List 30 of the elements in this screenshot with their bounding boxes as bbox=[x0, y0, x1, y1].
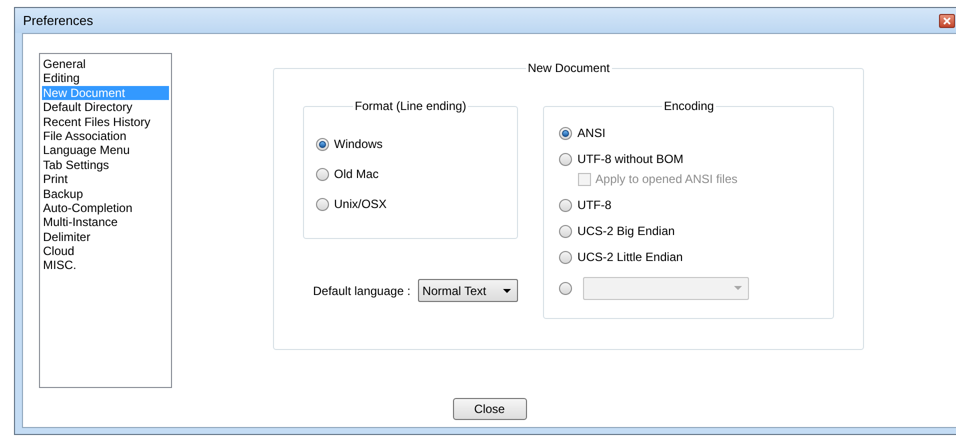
group-title: Format (Line ending) bbox=[354, 99, 468, 113]
checkbox-label: Apply to opened ANSI files bbox=[595, 171, 738, 188]
radio-label: Windows bbox=[334, 136, 383, 153]
category-item[interactable]: File Association bbox=[42, 128, 169, 144]
group-title: Encoding bbox=[662, 99, 715, 113]
category-item[interactable]: Language Menu bbox=[42, 143, 169, 158]
radio-label: UCS-2 Big Endian bbox=[577, 223, 675, 240]
category-item[interactable]: Recent Files History bbox=[42, 114, 169, 129]
radio-label: Unix/OSX bbox=[334, 196, 387, 213]
radio-label: UTF-8 without BOM bbox=[577, 151, 684, 168]
category-item[interactable]: MISC. bbox=[42, 258, 169, 273]
language-dropdown[interactable]: Normal Text bbox=[418, 279, 518, 302]
default-language-label: Default language : bbox=[313, 282, 410, 300]
window-title: Preferences bbox=[23, 12, 94, 30]
category-item[interactable]: Tab Settings bbox=[42, 158, 169, 172]
category-item[interactable]: Multi-Instance bbox=[42, 215, 169, 230]
radio-label: Old Mac bbox=[334, 166, 379, 183]
category-item[interactable]: Print bbox=[42, 172, 169, 187]
category-item[interactable]: Editing bbox=[42, 71, 169, 86]
radio-label: UTF-8 bbox=[577, 197, 612, 214]
category-item[interactable]: Backup bbox=[42, 186, 169, 201]
category-item[interactable]: Delimiter bbox=[42, 230, 169, 244]
radio-label: UCS-2 Little Endian bbox=[577, 249, 683, 266]
group-title: New Document bbox=[526, 61, 611, 75]
category-item[interactable]: Auto-Completion bbox=[42, 200, 169, 216]
radio-label: ANSI bbox=[577, 125, 606, 142]
category-item[interactable]: General bbox=[42, 57, 169, 72]
category-item[interactable]: Default Directory bbox=[42, 100, 169, 115]
close-dialog-button[interactable]: Close bbox=[452, 398, 526, 420]
category-item[interactable]: Cloud bbox=[42, 244, 169, 258]
